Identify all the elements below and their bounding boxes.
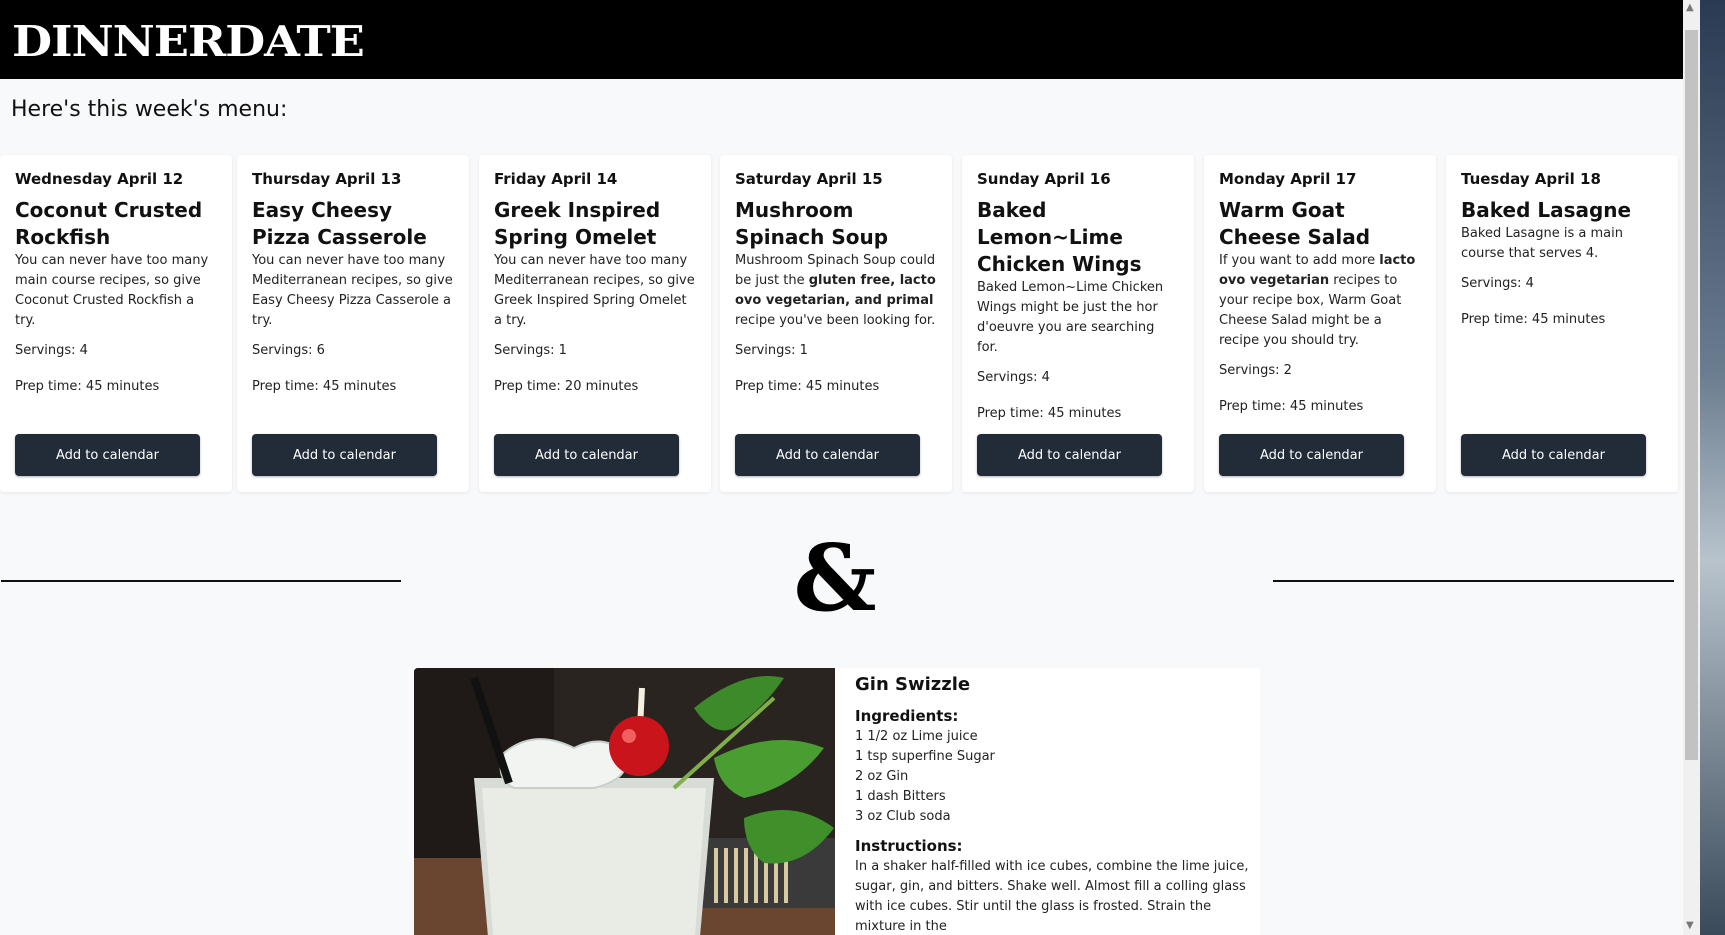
add-to-calendar-button[interactable]: Add to calendar: [15, 434, 200, 476]
card-day: Thursday April 13: [252, 170, 402, 188]
ingredients-label: Ingredients:: [855, 707, 959, 725]
add-to-calendar-button[interactable]: Add to calendar: [1219, 434, 1404, 476]
add-to-calendar-button[interactable]: Add to calendar: [1461, 434, 1646, 476]
card-description: Mushroom Spinach Soup could be just the …: [735, 253, 936, 328]
add-to-calendar-button[interactable]: Add to calendar: [252, 434, 437, 476]
card-description: You can never have too many Mediterranea…: [252, 253, 453, 328]
card-description: You can never have too many main course …: [15, 253, 209, 328]
drink-info: Gin Swizzle Ingredients: 1 1/2 oz Lime j…: [855, 668, 1255, 935]
card-prep-time: Prep time: 45 minutes: [1219, 399, 1364, 414]
ingredients-list: 1 1/2 oz Lime juice 1 tsp superfine Sugar…: [855, 727, 1255, 827]
card-servings: Servings: 1: [494, 343, 567, 358]
scroll-thumb[interactable]: [1685, 30, 1698, 760]
drink-card: Gin Swizzle Ingredients: 1 1/2 oz Lime j…: [414, 668, 1260, 935]
card-day: Monday April 17: [1219, 170, 1357, 188]
add-to-calendar-button[interactable]: Add to calendar: [494, 434, 679, 476]
ingredient-item: 1 tsp superfine Sugar: [855, 749, 995, 764]
card-title: Coconut Crusted Rockfish: [15, 198, 203, 249]
left-divider: [1, 580, 401, 582]
card-prep-time: Prep time: 20 minutes: [494, 379, 639, 394]
desktop-background: [1700, 0, 1725, 935]
card-title: Warm Goat Cheese Salad: [1219, 198, 1371, 249]
ingredient-item: 1 dash Bitters: [855, 789, 946, 804]
right-divider: [1273, 580, 1674, 582]
ampersand-separator: &: [793, 524, 877, 632]
menu-card: Tuesday April 18 Baked Lasagne Baked Lasag…: [1446, 155, 1678, 492]
card-servings: Servings: 4: [977, 370, 1050, 385]
card-title: Baked Lemon~Lime Chicken Wings: [977, 198, 1142, 276]
card-title: Greek Inspired Spring Omelet: [494, 198, 661, 249]
card-servings: Servings: 2: [1219, 363, 1292, 378]
card-description: If you want to add more lacto ovo vegeta…: [1219, 253, 1416, 348]
ingredient-item: 3 oz Club soda: [855, 809, 951, 824]
card-servings: Servings: 6: [252, 343, 325, 358]
card-description: You can never have too many Mediterranea…: [494, 253, 695, 328]
card-servings: Servings: 4: [1461, 276, 1534, 291]
add-to-calendar-button[interactable]: Add to calendar: [977, 434, 1162, 476]
drink-photo: [414, 668, 835, 935]
instructions-label: Instructions:: [855, 837, 963, 855]
card-day: Sunday April 16: [977, 170, 1111, 188]
scroll-up-icon[interactable]: ▲: [1686, 2, 1694, 13]
card-prep-time: Prep time: 45 minutes: [252, 379, 397, 394]
ingredient-item: 1 1/2 oz Lime juice: [855, 729, 978, 744]
card-servings: Servings: 1: [735, 343, 808, 358]
card-day: Friday April 14: [494, 170, 618, 188]
menu-cards: Wednesday April 12 Coconut Crusted Rockfi…: [0, 155, 1683, 495]
card-day: Tuesday April 18: [1461, 170, 1601, 188]
menu-card: Wednesday April 12 Coconut Crusted Rockfi…: [0, 155, 232, 492]
menu-card: Thursday April 13 Easy Cheesy Pizza Casse…: [237, 155, 469, 492]
add-to-calendar-button[interactable]: Add to calendar: [735, 434, 920, 476]
card-title: Easy Cheesy Pizza Casserole: [252, 198, 427, 249]
page: DINNERDATE Here's this week's menu: Wedn…: [0, 0, 1683, 935]
menu-card: Saturday April 15 Mushroom Spinach Soup Mu…: [720, 155, 952, 492]
card-description: Baked Lasagne is a main course that serv…: [1461, 226, 1623, 261]
scroll-down-icon[interactable]: ▼: [1686, 920, 1694, 931]
card-prep-time: Prep time: 45 minutes: [1461, 312, 1606, 327]
card-title: Mushroom Spinach Soup: [735, 198, 889, 249]
menu-card: Sunday April 16 Baked Lemon~Lime Chicken …: [962, 155, 1194, 492]
logo[interactable]: DINNERDATE: [12, 12, 365, 72]
card-day: Wednesday April 12: [15, 170, 184, 188]
card-servings: Servings: 4: [15, 343, 88, 358]
card-day: Saturday April 15: [735, 170, 883, 188]
card-prep-time: Prep time: 45 minutes: [15, 379, 160, 394]
drink-name: Gin Swizzle: [855, 674, 971, 695]
card-prep-time: Prep time: 45 minutes: [977, 406, 1122, 421]
menu-heading: Here's this week's menu:: [11, 97, 288, 122]
card-title: Baked Lasagne: [1461, 198, 1632, 222]
vertical-scrollbar[interactable]: ▲ ▼: [1683, 0, 1700, 935]
card-prep-time: Prep time: 45 minutes: [735, 379, 880, 394]
menu-card: Monday April 17 Warm Goat Cheese Salad If …: [1204, 155, 1436, 492]
header-bar: DINNERDATE: [0, 0, 1683, 79]
menu-card: Friday April 14 Greek Inspired Spring Ome…: [479, 155, 711, 492]
ingredient-item: 2 oz Gin: [855, 769, 909, 784]
card-description: Baked Lemon~Lime Chicken Wings might be …: [977, 280, 1164, 355]
instructions-text: In a shaker half-filled with ice cubes, …: [855, 859, 1249, 934]
